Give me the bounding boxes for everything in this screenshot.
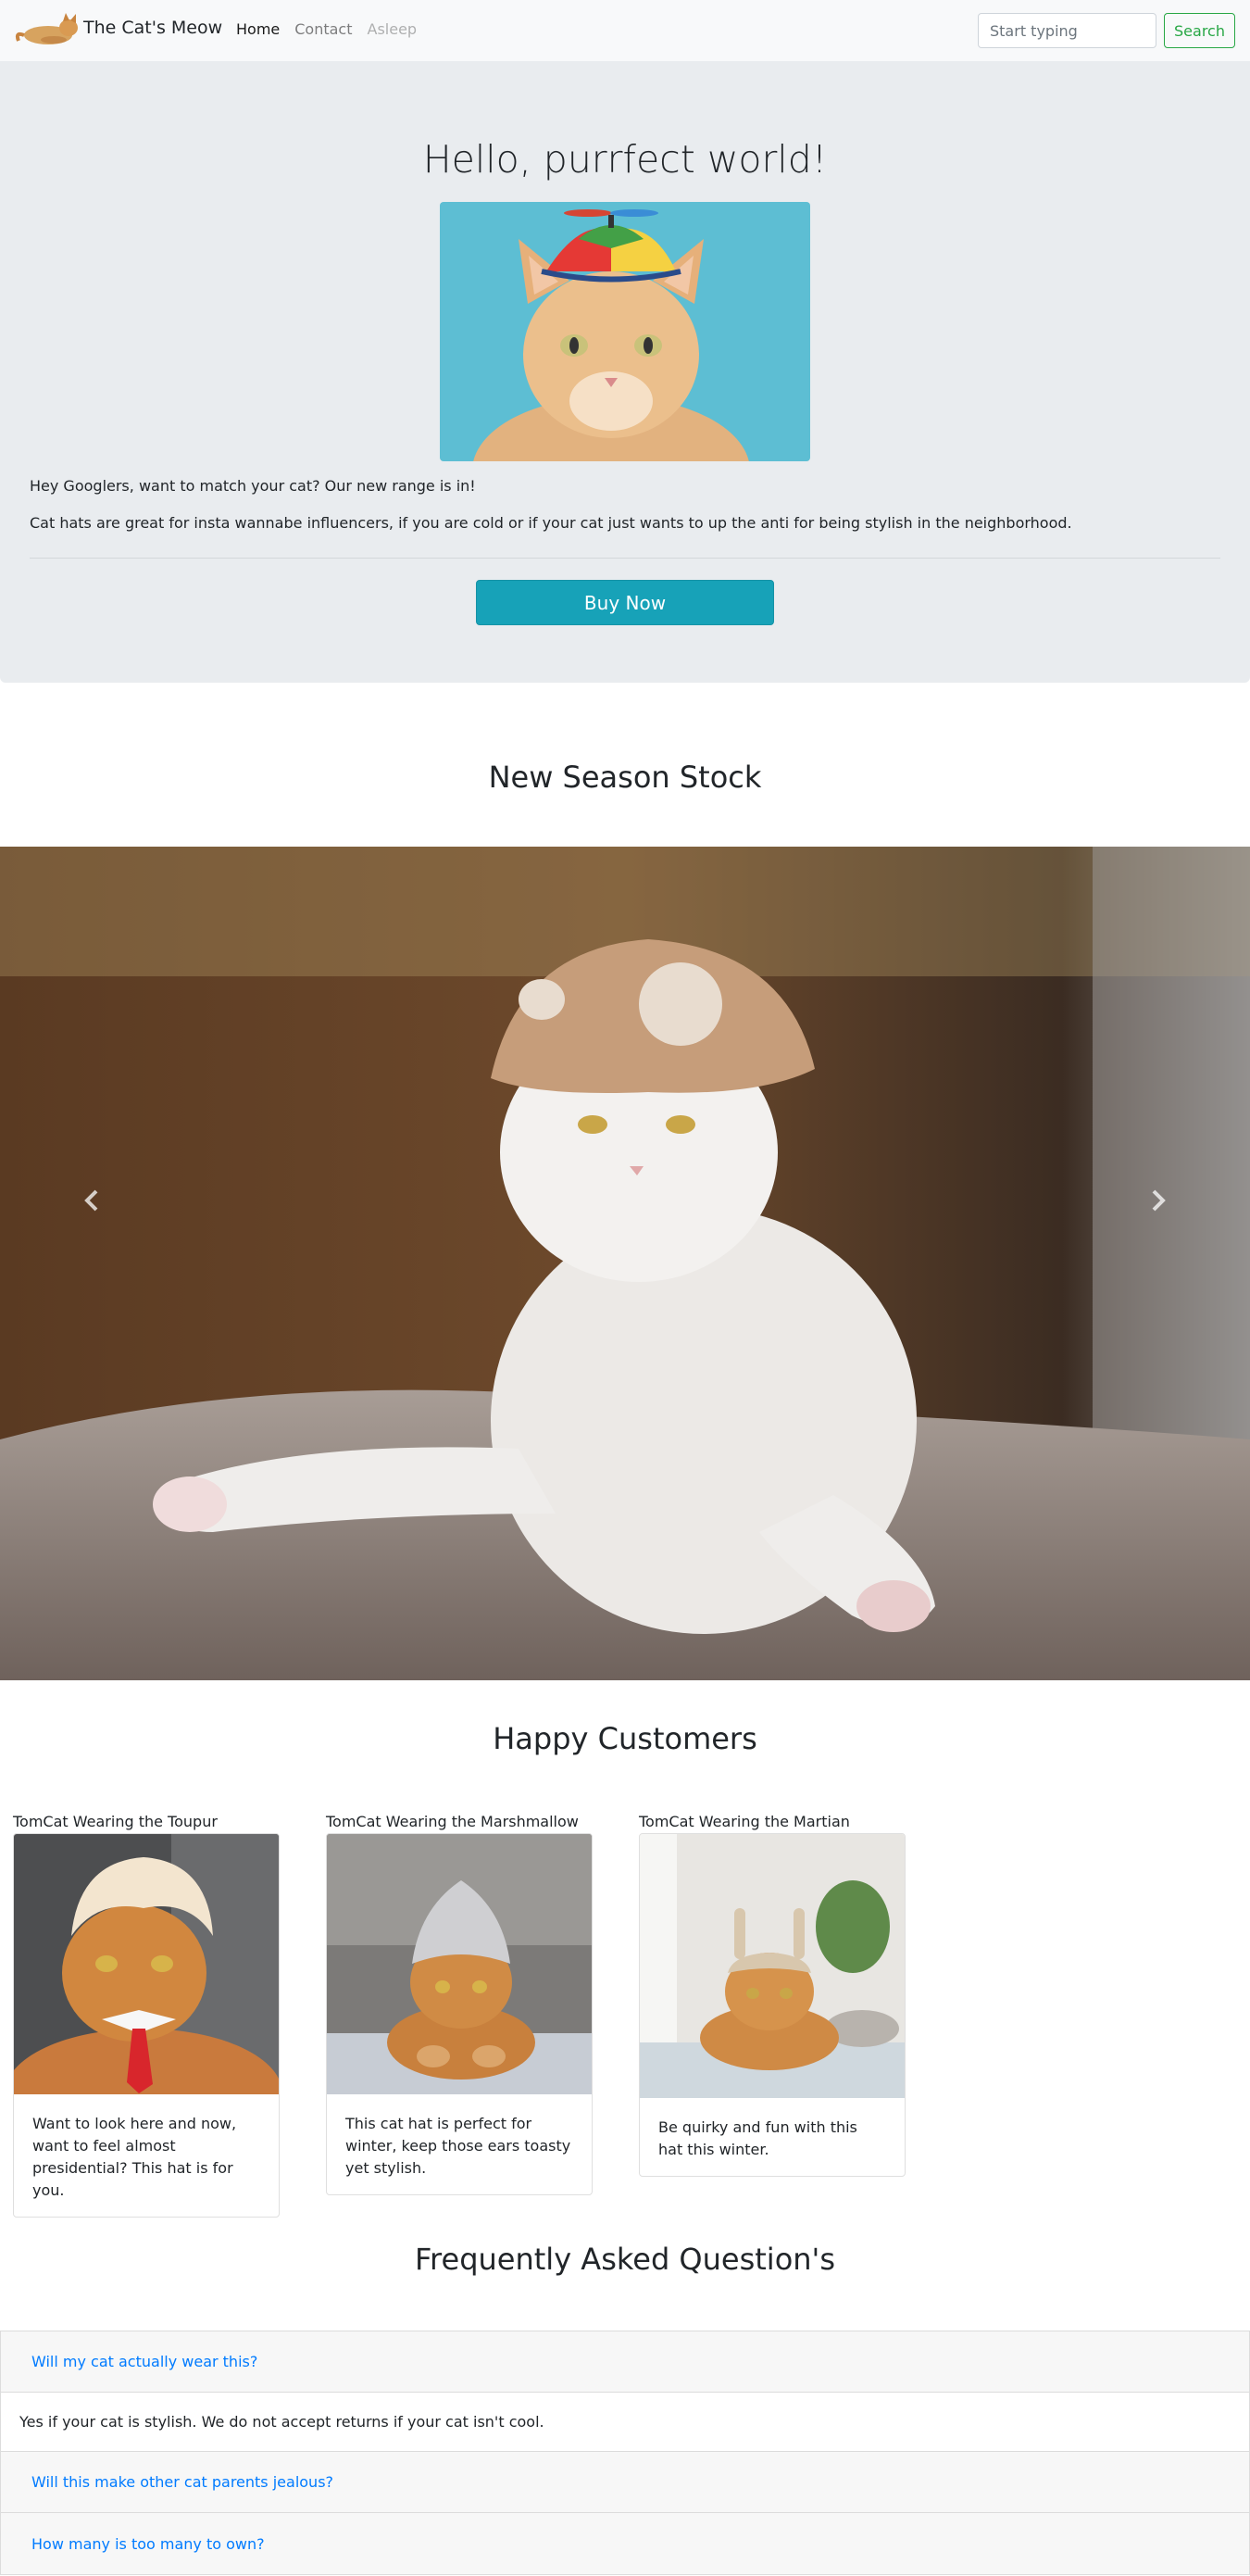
card-heading: TomCat Wearing the Marshmallow: [326, 1813, 579, 1830]
faq-question-2[interactable]: Will this make other cat parents jealous…: [31, 2473, 333, 2491]
faq-header-3[interactable]: How many is too many to own?: [1, 2513, 1249, 2574]
card-text: Be quirky and fun with this hat this win…: [658, 2118, 857, 2158]
hero-cat-image: [440, 202, 810, 461]
nav-link-contact[interactable]: Contact: [294, 20, 352, 38]
navbar: The Cat's Meow Home Contact Asleep Searc…: [0, 0, 1250, 61]
hero-text-2: Cat hats are great for insta wannabe inf…: [30, 514, 1072, 532]
card: This cat hat is perfect for winter, keep…: [326, 1833, 593, 2195]
chevron-right-icon[interactable]: [1148, 1189, 1167, 1212]
brand-name: The Cat's Meow: [83, 18, 223, 38]
cat-logo-icon: [15, 13, 78, 44]
card-text: This cat hat is perfect for winter, keep…: [345, 2115, 571, 2177]
faq-question-1[interactable]: Will my cat actually wear this?: [31, 2353, 257, 2370]
hero-text-1: Hey Googlers, want to match your cat? Ou…: [30, 477, 476, 495]
faq-answer-1: Yes if your cat is stylish. We do not ac…: [1, 2393, 1249, 2452]
hero-title: Hello, purrfect world!: [422, 137, 828, 182]
nav-link-home[interactable]: Home: [236, 20, 280, 38]
card-heading: TomCat Wearing the Martian: [639, 1813, 850, 1830]
nav-links: Home Contact Asleep: [236, 20, 431, 38]
customer-card-1: TomCat Wearing the Toupur Want to look h…: [13, 1813, 280, 2218]
customer-card-3: TomCat Wearing the Martian Be quirky and…: [639, 1813, 906, 2177]
brand[interactable]: The Cat's Meow: [15, 9, 222, 50]
customer-card-2: TomCat Wearing the Marshmallow This cat …: [326, 1813, 593, 2195]
divider: [30, 558, 1220, 559]
faq-title: Frequently Asked Question's: [414, 2242, 836, 2277]
faq-accordion: Will my cat actually wear this? Yes if y…: [0, 2331, 1250, 2575]
chevron-left-icon[interactable]: [83, 1189, 102, 1212]
customers-title: Happy Customers: [493, 1721, 757, 1756]
card-image-marshmallow: [327, 1834, 592, 2094]
search-button[interactable]: Search: [1164, 13, 1235, 48]
nav-link-asleep: Asleep: [367, 20, 418, 38]
card-text: Want to look here and now, want to feel …: [32, 2115, 237, 2199]
card-heading: TomCat Wearing the Toupur: [13, 1813, 218, 1830]
search-input[interactable]: [978, 13, 1156, 48]
new-stock-title: New Season Stock: [488, 760, 762, 795]
carousel-cat-image: [0, 847, 1250, 1680]
card-image-toupur: [14, 1834, 279, 2094]
faq-question-3[interactable]: How many is too many to own?: [31, 2535, 265, 2553]
card-image-martian: [640, 1834, 905, 2098]
hero-jumbotron: Hello, purrfect world! Hey Googlers, wan…: [0, 61, 1250, 683]
card: Want to look here and now, want to feel …: [13, 1833, 280, 2218]
buy-now-button[interactable]: Buy Now: [476, 580, 774, 625]
faq-header-2[interactable]: Will this make other cat parents jealous…: [1, 2452, 1249, 2513]
stock-carousel[interactable]: [0, 847, 1250, 1680]
faq-header-1[interactable]: Will my cat actually wear this?: [1, 2331, 1249, 2393]
card: Be quirky and fun with this hat this win…: [639, 1833, 906, 2177]
